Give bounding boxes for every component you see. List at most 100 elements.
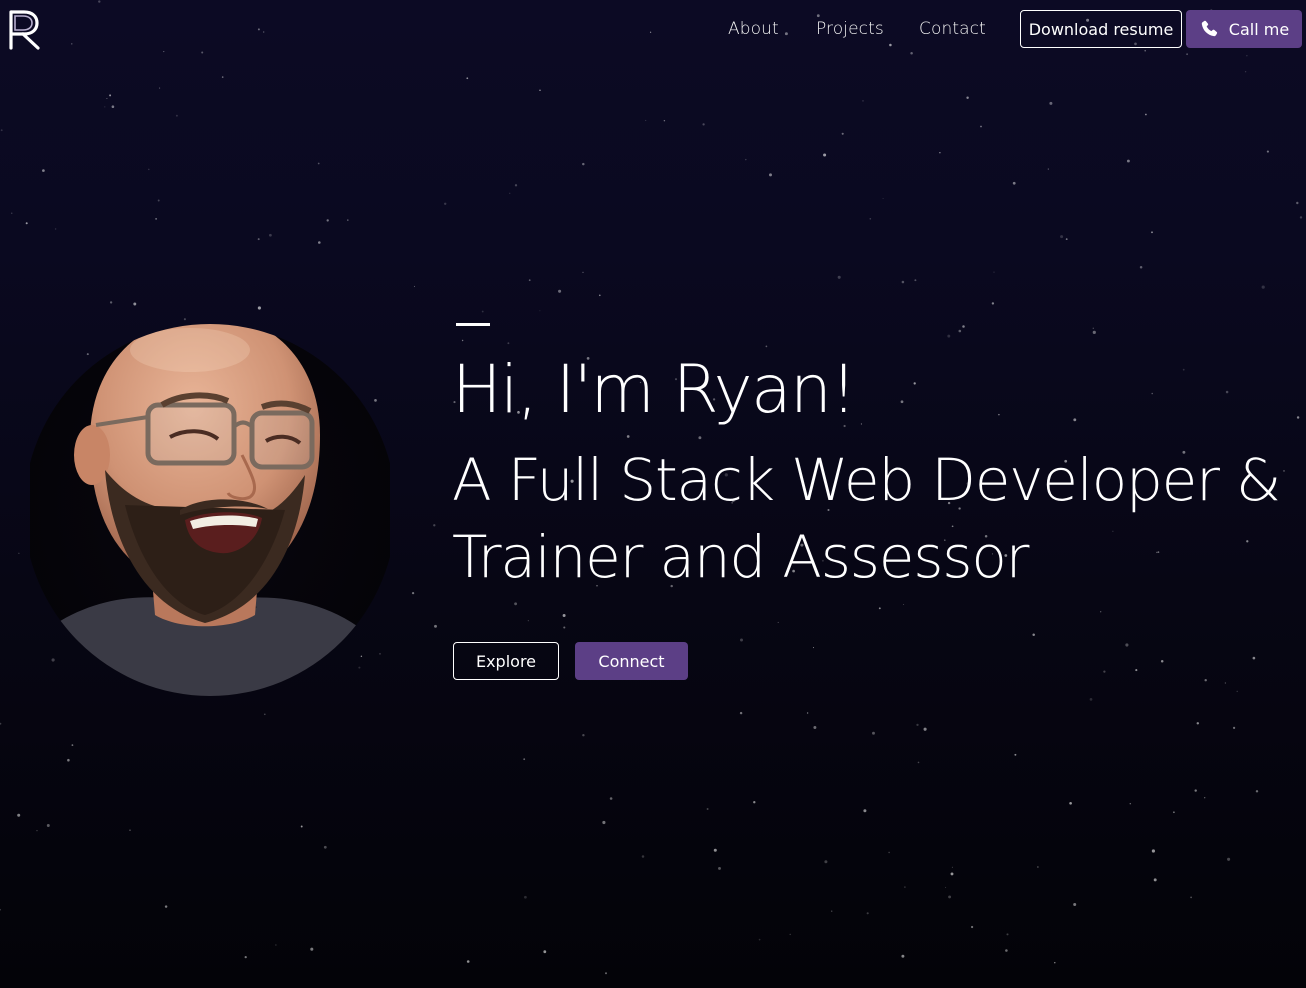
star-dot xyxy=(524,895,527,899)
nav-link-projects[interactable]: Projects xyxy=(816,19,884,39)
star-dot xyxy=(869,218,872,220)
star-dot xyxy=(562,614,566,617)
star-dot xyxy=(740,638,743,642)
star-dot xyxy=(889,43,892,47)
star-dot xyxy=(1151,849,1155,853)
star-dot xyxy=(860,423,862,425)
star-dot xyxy=(1014,753,1017,756)
star-dot xyxy=(1092,330,1096,334)
star-dot xyxy=(882,197,884,200)
star-dot xyxy=(872,731,875,735)
star-dot xyxy=(917,761,920,764)
star-dot xyxy=(543,950,547,954)
star-dot xyxy=(25,222,28,225)
star-dot xyxy=(1135,669,1138,672)
star-dot xyxy=(599,294,601,297)
explore-label: Explore xyxy=(475,651,537,671)
star-dot xyxy=(1037,866,1039,868)
star-dot xyxy=(1006,933,1009,936)
download-resume-button[interactable]: Download resume xyxy=(1020,10,1182,48)
star-dot xyxy=(71,744,74,746)
star-dot xyxy=(1232,726,1236,730)
star-dot xyxy=(413,285,416,288)
star-dot xyxy=(1153,878,1157,882)
star-dot xyxy=(263,31,265,33)
hero-tagline: A Full Stack Web Developer & Trainer and… xyxy=(452,442,1292,596)
star-dot xyxy=(1100,611,1102,613)
star-dot xyxy=(1299,216,1303,219)
star-dot xyxy=(54,228,57,230)
star-dot xyxy=(769,173,772,177)
star-dot xyxy=(641,855,645,858)
star-dot xyxy=(481,310,484,313)
profile-photo xyxy=(30,324,390,696)
star-dot xyxy=(951,866,953,868)
star-dot xyxy=(841,132,844,135)
star-dot xyxy=(201,51,204,54)
star-dot xyxy=(1255,790,1259,793)
star-dot xyxy=(523,758,526,761)
logo-icon[interactable] xyxy=(6,8,42,50)
star-dot xyxy=(605,972,607,975)
call-me-button[interactable]: Call me xyxy=(1186,10,1302,48)
star-dot xyxy=(812,647,815,649)
star-dot xyxy=(901,954,905,958)
star-dot xyxy=(1204,797,1206,799)
star-dot xyxy=(539,310,541,312)
star-dot xyxy=(1224,682,1227,684)
star-dot xyxy=(539,89,541,91)
star-dot xyxy=(310,947,314,951)
star-dot xyxy=(753,801,756,804)
hero-greeting: Hi, I'm Ryan! xyxy=(452,351,857,428)
explore-button[interactable]: Explore xyxy=(453,642,559,680)
star-dot xyxy=(466,960,470,963)
star-dot xyxy=(46,824,50,827)
star-dot xyxy=(1126,159,1130,163)
download-resume-label: Download resume xyxy=(1028,19,1174,39)
star-dot xyxy=(159,87,161,89)
star-dot xyxy=(1266,150,1269,153)
star-dot xyxy=(816,14,820,18)
star-dot xyxy=(582,271,584,274)
star-dot xyxy=(106,97,108,100)
star-dot xyxy=(318,241,321,244)
star-dot xyxy=(157,199,160,202)
phone-icon xyxy=(1201,20,1217,37)
star-dot xyxy=(109,301,113,304)
star-dot xyxy=(993,271,995,273)
star-dot xyxy=(962,325,965,328)
star-dot xyxy=(900,400,904,404)
star-dot xyxy=(1092,327,1094,329)
nav-link-about[interactable]: About xyxy=(728,19,779,39)
star-dot xyxy=(1296,201,1299,205)
star-dot xyxy=(1196,722,1200,725)
star-dot xyxy=(1182,368,1185,371)
star-dot xyxy=(1073,418,1077,422)
star-dot xyxy=(980,125,982,128)
star-dot xyxy=(347,219,349,221)
star-dot xyxy=(1236,690,1238,693)
star-dot xyxy=(1005,949,1008,952)
star-dot xyxy=(1125,643,1129,647)
star-dot xyxy=(175,114,178,117)
star-dot xyxy=(221,76,224,78)
star-dot xyxy=(433,524,436,527)
star-dot xyxy=(275,944,277,946)
star-dot xyxy=(923,727,927,731)
star-dot xyxy=(831,910,833,912)
hero-tagline-line2: Trainer and Assessor xyxy=(452,523,1029,591)
nav-link-contact[interactable]: Contact xyxy=(919,19,986,39)
star-dot xyxy=(698,436,702,440)
star-dot xyxy=(507,342,510,345)
connect-button[interactable]: Connect xyxy=(575,642,688,680)
star-dot xyxy=(1194,789,1197,792)
star-dot xyxy=(1204,678,1207,682)
star-dot xyxy=(300,825,303,828)
star-dot xyxy=(745,158,747,161)
star-dot xyxy=(257,238,260,241)
star-dot xyxy=(777,621,779,623)
star-dot xyxy=(155,218,158,220)
star-dot xyxy=(609,797,613,800)
star-dot xyxy=(970,925,974,929)
star-dot xyxy=(1069,801,1072,805)
